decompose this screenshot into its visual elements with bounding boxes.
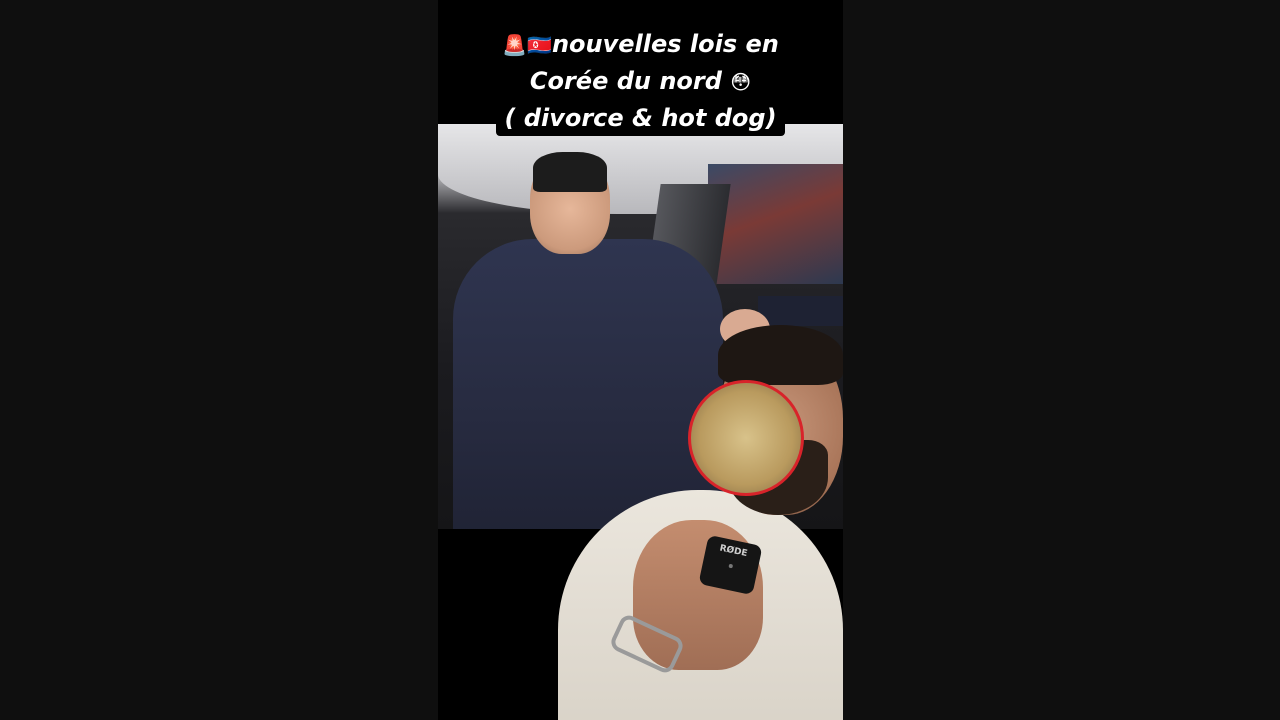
north-korea-flag-icon: 🇰🇵 [527,33,552,57]
presenter-hair [718,325,843,385]
mic-label: RØDE [718,543,749,560]
siren-emoji-icon: 🚨 [502,33,528,57]
inset-circle [688,380,804,496]
video-player[interactable]: RØDE 🚨🇰🇵nouvelles lois en Corée du nord … [438,0,843,720]
car-window [708,164,843,284]
caption-text-2: Corée du nord [529,67,722,95]
presenter: RØDE [558,320,843,720]
caption-text-3: ( divorce & hot dog) [504,104,777,132]
caption-line-2: Corée du nord 😳 [521,63,760,100]
screen: RØDE 🚨🇰🇵nouvelles lois en Corée du nord … [0,0,1280,720]
caption-overlay: 🚨🇰🇵nouvelles lois en Corée du nord 😳 ( d… [438,26,843,136]
mic-led [727,563,733,569]
caption-text-1: nouvelles lois en [551,30,779,58]
caption-line-3: ( divorce & hot dog) [496,100,785,136]
person-hair [533,152,607,192]
caption-line-1: 🚨🇰🇵nouvelles lois en [494,26,787,63]
flushed-face-emoji-icon: 😳 [730,70,752,94]
